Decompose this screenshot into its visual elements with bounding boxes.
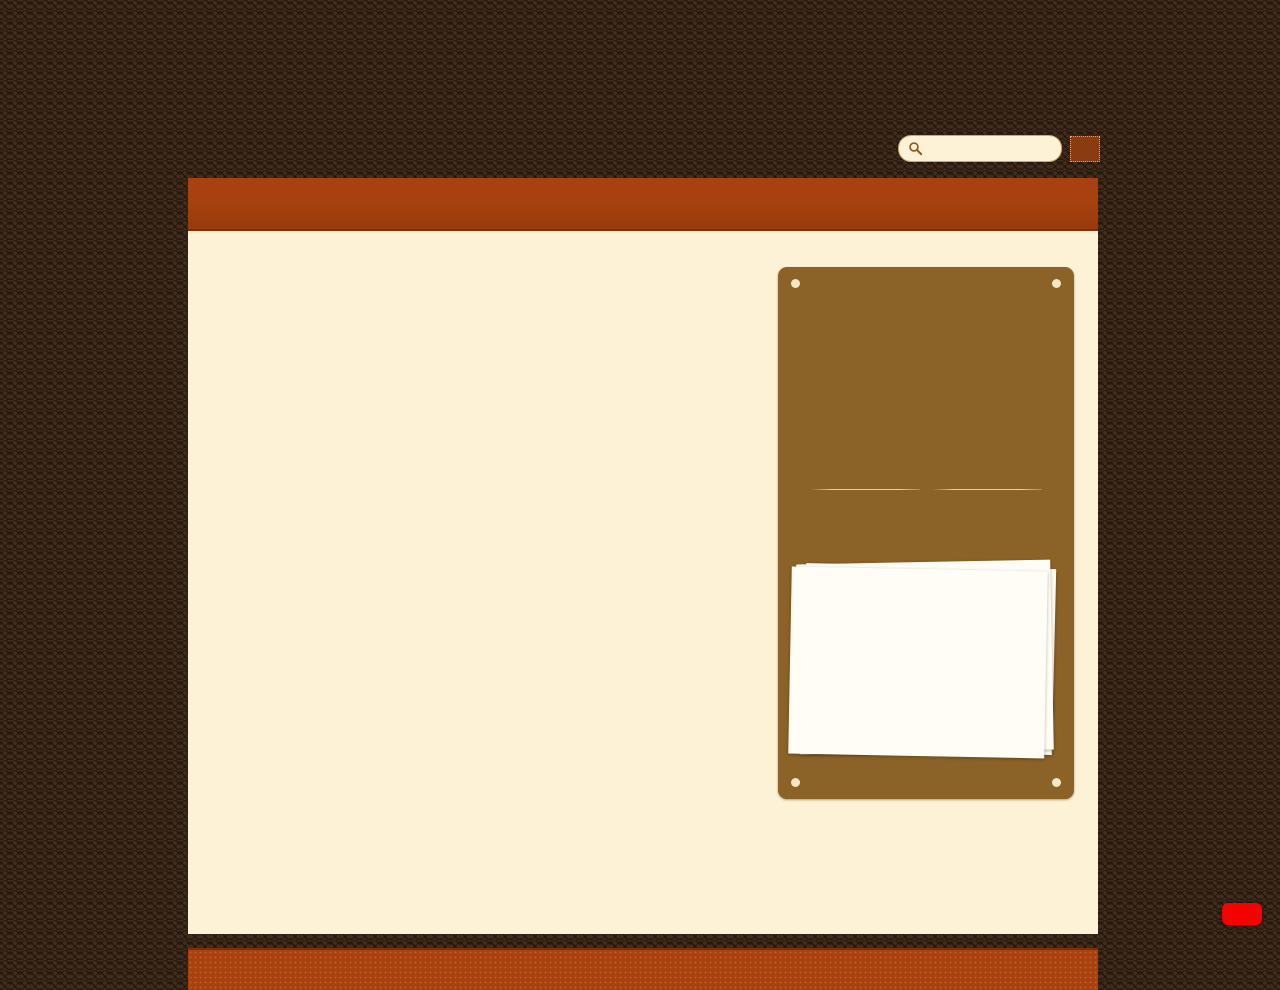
- main-navigation: [188, 178, 1098, 231]
- page-container: [188, 0, 1100, 990]
- sidebar-panel: [778, 267, 1074, 799]
- divider-line: [932, 489, 1042, 490]
- search-icon: [908, 141, 923, 156]
- page-body: [188, 231, 1098, 934]
- contact-card: [788, 566, 1048, 759]
- screw-icon: [791, 279, 800, 288]
- screw-icon: [791, 778, 800, 787]
- news-item[interactable]: [799, 417, 1051, 419]
- site-header: [188, 0, 1100, 178]
- main-content: [188, 231, 778, 934]
- divider-line: [810, 489, 920, 490]
- contact-card-stack: [788, 558, 1058, 759]
- ornamental-divider: [810, 489, 1042, 490]
- download-template-button[interactable]: [1222, 903, 1262, 925]
- screw-icon: [1052, 279, 1061, 288]
- news-item[interactable]: [799, 338, 1051, 340]
- sidebar: [778, 231, 1098, 934]
- site-footer: [188, 948, 1098, 990]
- screw-icon: [1052, 778, 1061, 787]
- search-input[interactable]: [923, 136, 1085, 161]
- search-area: [898, 135, 1100, 162]
- search-box[interactable]: [898, 135, 1085, 162]
